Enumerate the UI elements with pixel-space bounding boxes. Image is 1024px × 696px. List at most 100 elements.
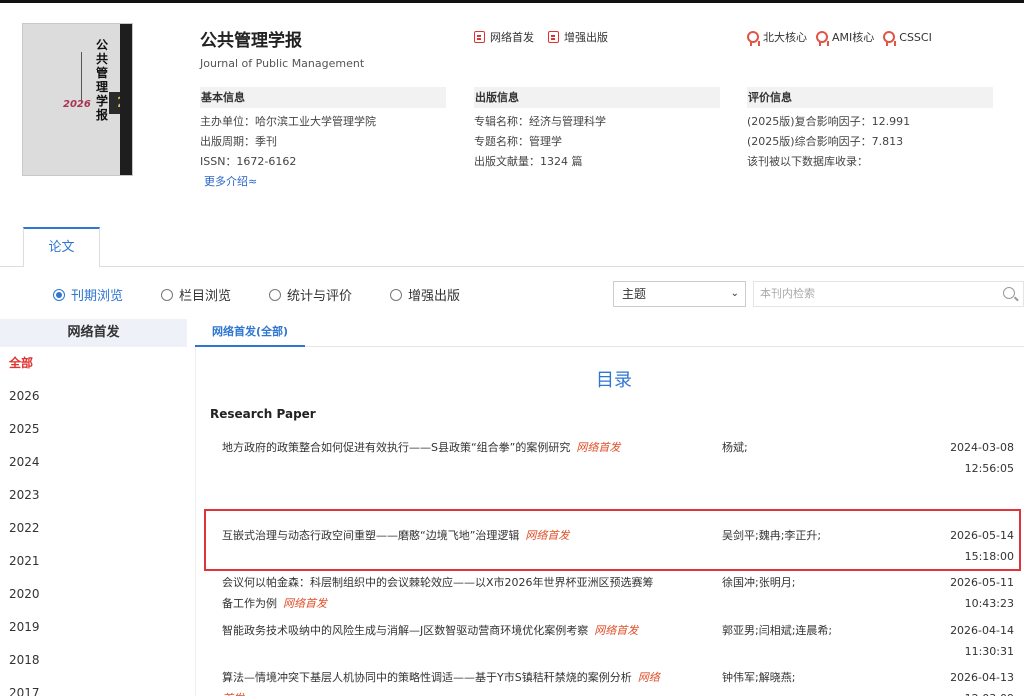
online-first-tag: 网络首发 [594, 624, 639, 637]
database-row: 该刊被以下数据库收录： [747, 155, 868, 168]
section-heading: Research Paper [210, 407, 316, 421]
journal-english-title: Journal of Public Management [200, 57, 365, 70]
year-item-2022[interactable]: 2022 [0, 512, 187, 545]
article-title-link[interactable]: 智能政务技术吸纳中的风险生成与消解—J区数智驱动营商环境优化案例考察 [222, 624, 588, 637]
badge-cssci[interactable]: CSSCI [883, 29, 932, 46]
cover-english-title-line [81, 52, 91, 104]
sidebar-heading: 网络首发 [0, 319, 187, 347]
article-title-link[interactable]: 算法—情境冲突下基层人机协同中的策略性调适——基于Y市S镇秸秆禁烧的案例分析 [222, 671, 632, 684]
article-date: 2024-03-08 [950, 441, 1014, 454]
article-time: 12:56:05 [964, 462, 1014, 475]
enhanced-publishing-label: 增强出版 [564, 31, 608, 44]
article-authors[interactable]: 钟伟军;解晓燕; [722, 667, 795, 688]
journal-title: 公共管理学报 [200, 31, 302, 51]
frequency-row: 出版周期：季刊 [200, 135, 277, 148]
main-divider [195, 347, 196, 696]
comprehensive-if-row: (2025版)综合影响因子：7.813 [747, 135, 904, 148]
online-first-label: 网络首发 [490, 31, 534, 44]
article-authors[interactable]: 郭亚男;闫相斌;连晨希; [722, 620, 832, 641]
basic-info-section: 基本信息 主办单位：哈尔滨工业大学管理学院 出版周期：季刊 ISSN：1672-… [200, 87, 446, 189]
year-item-2024[interactable]: 2024 [0, 446, 187, 479]
article-time: 11:30:31 [964, 645, 1014, 658]
index-badges: 北大核心 AMI核心 CSSCI [747, 29, 932, 46]
year-item-2023[interactable]: 2023 [0, 479, 187, 512]
enhanced-icon [548, 31, 559, 43]
option-issue-browse[interactable]: 刊期浏览 [53, 285, 123, 304]
article-date: 2026-04-14 [950, 624, 1014, 637]
publication-info-heading: 出版信息 [474, 87, 720, 108]
badge-label: AMI核心 [832, 31, 875, 44]
option-column-browse[interactable]: 栏目浏览 [161, 285, 231, 304]
year-item-all[interactable]: 全部 [0, 347, 187, 380]
search-placeholder: 本刊内检索 [760, 287, 815, 300]
year-item-2017[interactable]: 2017 [0, 677, 187, 696]
search-icon[interactable] [1003, 287, 1015, 299]
cover-year: 2026 [63, 99, 91, 110]
article-title-link[interactable]: 互嵌式治理与动态行政空间重塑——磨憨“边境飞地”治理逻辑 [222, 529, 519, 542]
evaluation-info-heading: 评价信息 [747, 87, 993, 108]
toc-title: 目录 [596, 370, 632, 391]
year-item-2020[interactable]: 2020 [0, 578, 187, 611]
article-date: 2026-04-13 [950, 671, 1014, 684]
year-item-2019[interactable]: 2019 [0, 611, 187, 644]
radio-icon [390, 288, 402, 301]
option-label: 统计与评价 [287, 289, 353, 304]
chevron-down-icon: ⌄ [730, 288, 739, 299]
search-input[interactable]: 本刊内检索 [753, 281, 1024, 307]
article-time: 15:18:00 [964, 550, 1014, 563]
radio-icon [161, 288, 173, 301]
radio-icon [53, 288, 65, 301]
badge-pku-core[interactable]: 北大核心 [747, 29, 807, 46]
option-label: 栏目浏览 [179, 289, 232, 304]
tab-divider [0, 266, 1024, 267]
sponsor-row: 主办单位：哈尔滨工业大学管理学院 [200, 115, 376, 128]
medal-icon [816, 31, 829, 46]
medal-icon [883, 31, 897, 46]
medal-icon [747, 31, 760, 46]
article-date: 2026-05-11 [950, 576, 1014, 589]
article-authors[interactable]: 杨斌; [722, 437, 748, 458]
basic-info-heading: 基本信息 [200, 87, 446, 108]
cover-title: 公共管理学报 [95, 38, 108, 122]
tab-papers[interactable]: 论文 [23, 227, 100, 267]
publication-info-section: 出版信息 专辑名称：经济与管理科学 专题名称：管理学 出版文献量：1324 篇 [474, 87, 720, 172]
search-field-value: 主题 [622, 287, 647, 301]
badge-label: CSSCI [899, 30, 932, 44]
article-time: 12:03:09 [950, 688, 1014, 696]
enhanced-publishing-button[interactable]: 增强出版 [548, 29, 608, 45]
tab-online-first-all[interactable]: 网络首发(全部) [195, 319, 305, 347]
year-item-2021[interactable]: 2021 [0, 545, 187, 578]
online-first-button[interactable]: 网络首发 [474, 29, 534, 45]
journal-cover-image[interactable]: 公共管理学报 2026 2 [22, 23, 133, 176]
publication-buttons: 网络首发 增强出版 [474, 29, 608, 45]
option-label: 增强出版 [408, 289, 461, 304]
year-item-2018[interactable]: 2018 [0, 644, 187, 677]
top-bar [0, 0, 1024, 3]
cover-spine [120, 24, 132, 175]
badge-ami-core[interactable]: AMI核心 [816, 29, 875, 46]
search-field-select[interactable]: 主题 ⌄ [613, 281, 746, 307]
main-subtab-bar: 网络首发(全部) [195, 319, 1024, 347]
radio-icon [269, 288, 281, 301]
article-authors[interactable]: 吴剑平;魏冉;李正升; [722, 525, 821, 546]
article-title-link[interactable]: 地方政府的政策整合如何促进有效执行——S县政策“组合拳”的案例研究 [222, 441, 570, 454]
article-time: 10:43:23 [964, 597, 1014, 610]
year-item-2025[interactable]: 2025 [0, 413, 187, 446]
option-statistics[interactable]: 统计与评价 [269, 285, 352, 304]
badge-label: 北大核心 [763, 31, 807, 44]
volume-row: 出版文献量：1324 篇 [474, 155, 583, 168]
online-first-tag: 网络首发 [576, 441, 621, 454]
topic-row: 专题名称：管理学 [474, 135, 562, 148]
option-label: 刊期浏览 [71, 289, 124, 304]
more-intro-link[interactable]: 更多介绍≈ [200, 173, 257, 189]
article-date: 2026-05-14 [950, 529, 1014, 542]
issn-row: ISSN：1672-6162 [200, 155, 297, 168]
online-first-tag: 网络首发 [283, 597, 327, 610]
year-item-2026[interactable]: 2026 [0, 380, 187, 413]
online-first-tag: 网络首发 [525, 529, 570, 542]
document-icon [474, 31, 485, 43]
article-authors[interactable]: 徐国冲;张明月; [722, 572, 795, 593]
year-list: 全部 2026 2025 2024 2023 2022 2021 2020 20… [0, 347, 187, 696]
evaluation-info-section: 评价信息 (2025版)复合影响因子：12.991 (2025版)综合影响因子：… [747, 87, 993, 172]
option-enhanced[interactable]: 增强出版 [390, 285, 460, 304]
